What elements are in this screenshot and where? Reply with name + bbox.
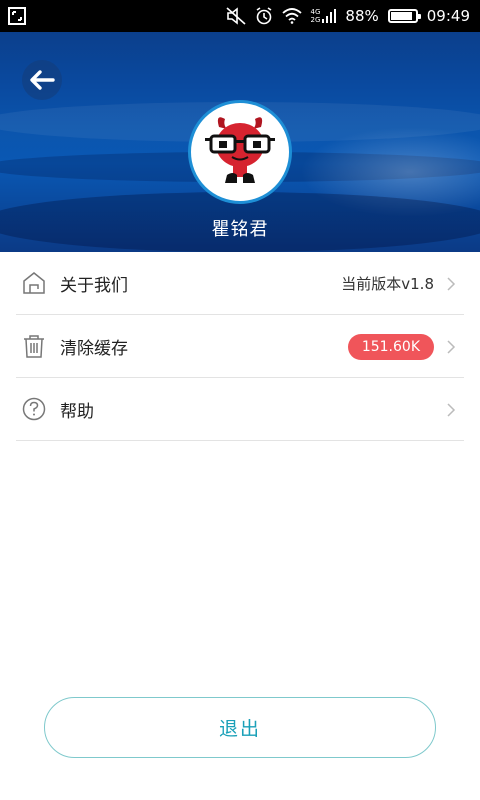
menu-item-about[interactable]: 关于我们 当前版本v1.8 [16,252,464,315]
menu-item-clear-cache[interactable]: 清除缓存 151.60K [16,315,464,378]
help-icon [20,395,48,423]
version-value: 当前版本v1.8 [341,275,434,293]
avatar[interactable] [188,100,292,204]
profile-header: 瞿铭君 [0,32,480,252]
chevron-right-icon [447,276,456,291]
menu-item-label: 清除缓存 [60,338,128,359]
battery-level [390,12,412,20]
home-icon [20,269,48,297]
signal-icon [322,9,337,23]
settings-menu: 关于我们 当前版本v1.8 清除缓存 151.60K 帮助 [0,252,480,441]
status-bar: 4G 2G 88% 09:49 [0,0,480,32]
wifi-icon [281,8,302,24]
network-4g-label: 4G [310,8,321,16]
network-indicator: 4G 2G [311,8,337,24]
trash-icon [20,332,48,360]
menu-item-label: 帮助 [60,401,94,422]
logout-label: 退出 [218,718,261,740]
battery-icon [387,9,421,23]
devil-mascot-icon [205,117,275,183]
network-2g-label: 2G [310,16,321,24]
alarm-icon [256,7,271,25]
back-arrow-icon [30,70,55,90]
battery-percent: 88% [345,7,379,25]
logout-button[interactable]: 退出 [44,697,436,758]
cache-size-badge: 151.60K [347,333,434,360]
mute-icon [225,7,246,25]
chevron-right-icon [447,339,456,354]
menu-item-label: 关于我们 [60,275,128,296]
back-button[interactable] [22,60,62,100]
chevron-right-icon [447,402,456,417]
screenshot-icon [8,7,26,25]
clock-time: 09:49 [426,7,470,25]
menu-item-help[interactable]: 帮助 [16,378,464,441]
username: 瞿铭君 [211,219,269,240]
